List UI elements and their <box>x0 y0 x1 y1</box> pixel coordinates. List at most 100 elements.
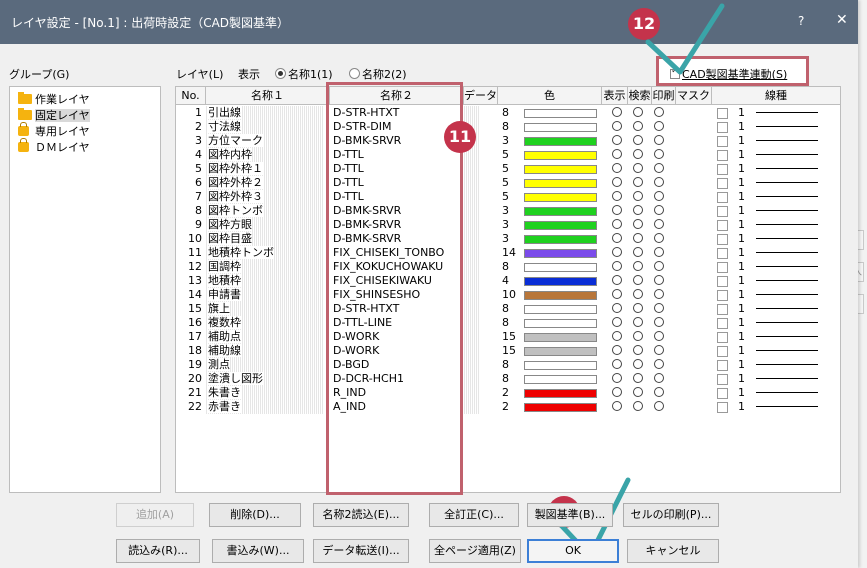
linetype-checkbox[interactable] <box>717 120 729 134</box>
display-toggle[interactable] <box>610 274 624 288</box>
display-toggle[interactable] <box>610 218 624 232</box>
table-row[interactable]: 17 補助点 D-WORK 15 1 <box>176 330 840 344</box>
table-row[interactable]: 13 地積枠 FIX_CHISEKIWAKU 4 1 <box>176 274 840 288</box>
display-toggle[interactable] <box>610 288 624 302</box>
line-width[interactable]: 1 <box>738 358 750 372</box>
display-toggle[interactable] <box>610 372 624 386</box>
display-toggle[interactable] <box>610 106 624 120</box>
layer-name1-cell[interactable]: 方位マーク <box>206 134 324 148</box>
table-row[interactable]: 12 国調枠 FIX_KOKUCHOWAKU 8 1 <box>176 260 840 274</box>
linetype-checkbox[interactable] <box>717 288 729 302</box>
linetype-checkbox[interactable] <box>717 106 729 120</box>
print-toggle[interactable] <box>652 218 666 232</box>
color-swatch-cell[interactable] <box>524 302 597 316</box>
color-swatch-cell[interactable] <box>524 372 597 386</box>
line-width[interactable]: 1 <box>738 302 750 316</box>
print-toggle[interactable] <box>652 120 666 134</box>
display-toggle[interactable] <box>610 358 624 372</box>
print-toggle[interactable] <box>652 386 666 400</box>
linetype-sample[interactable] <box>756 134 818 148</box>
table-row[interactable]: 6 図枠外枠２ D-TTL 5 1 <box>176 176 840 190</box>
search-toggle[interactable] <box>631 288 645 302</box>
layer-name1-cell[interactable]: 赤書き <box>206 400 324 414</box>
ok-button[interactable]: OK <box>527 539 619 563</box>
line-width[interactable]: 1 <box>738 316 750 330</box>
help-icon[interactable]: ? <box>798 14 804 28</box>
print-toggle[interactable] <box>652 288 666 302</box>
color-swatch-cell[interactable] <box>524 330 597 344</box>
layer-name1-cell[interactable]: 朱書き <box>206 386 324 400</box>
search-toggle[interactable] <box>631 302 645 316</box>
color-swatch-cell[interactable] <box>524 386 597 400</box>
linetype-checkbox[interactable] <box>717 274 729 288</box>
search-toggle[interactable] <box>631 232 645 246</box>
display-toggle[interactable] <box>610 134 624 148</box>
layer-name1-cell[interactable]: 国調枠 <box>206 260 324 274</box>
linetype-sample[interactable] <box>756 176 818 190</box>
print-toggle[interactable] <box>652 246 666 260</box>
line-width[interactable]: 1 <box>738 218 750 232</box>
layer-name1-cell[interactable]: 申請書 <box>206 288 324 302</box>
linetype-sample[interactable] <box>756 316 818 330</box>
print-toggle[interactable] <box>652 176 666 190</box>
linetype-sample[interactable] <box>756 288 818 302</box>
linetype-checkbox[interactable] <box>717 302 729 316</box>
line-width[interactable]: 1 <box>738 274 750 288</box>
search-toggle[interactable] <box>631 316 645 330</box>
linetype-sample[interactable] <box>756 386 818 400</box>
color-number[interactable]: 8 <box>500 120 520 134</box>
table-row[interactable]: 9 図枠方眼 D-BMK-SRVR 3 1 <box>176 218 840 232</box>
search-toggle[interactable] <box>631 372 645 386</box>
color-swatch-cell[interactable] <box>524 288 597 302</box>
line-width[interactable]: 1 <box>738 148 750 162</box>
line-width[interactable]: 1 <box>738 288 750 302</box>
linetype-checkbox[interactable] <box>717 344 729 358</box>
display-name2-radio[interactable]: 名称2(2) <box>349 66 407 82</box>
print-toggle[interactable] <box>652 162 666 176</box>
linetype-checkbox[interactable] <box>717 232 729 246</box>
print-cells-button[interactable]: セルの印刷(P)... <box>623 503 719 527</box>
linetype-sample[interactable] <box>756 246 818 260</box>
line-width[interactable]: 1 <box>738 162 750 176</box>
linetype-sample[interactable] <box>756 148 818 162</box>
color-number[interactable]: 8 <box>500 302 520 316</box>
revise-all-button[interactable]: 全訂正(C)... <box>429 503 519 527</box>
layer-name1-cell[interactable]: 図枠外枠２ <box>206 176 324 190</box>
search-toggle[interactable] <box>631 120 645 134</box>
data-transfer-button[interactable]: データ転送(I)... <box>313 539 409 563</box>
table-row[interactable]: 7 図枠外枠３ D-TTL 5 1 <box>176 190 840 204</box>
tree-item-work-layer[interactable]: 作業レイヤ <box>18 92 90 108</box>
layer-name1-cell[interactable]: 地積枠トンボ <box>206 246 324 260</box>
search-toggle[interactable] <box>631 344 645 358</box>
color-swatch-cell[interactable] <box>524 162 597 176</box>
table-row[interactable]: 16 複数枠 D-TTL-LINE 8 1 <box>176 316 840 330</box>
linetype-checkbox[interactable] <box>717 372 729 386</box>
layer-name1-cell[interactable]: 測点 <box>206 358 324 372</box>
table-row[interactable]: 18 補助線 D-WORK 15 1 <box>176 344 840 358</box>
search-toggle[interactable] <box>631 246 645 260</box>
search-toggle[interactable] <box>631 134 645 148</box>
linetype-sample[interactable] <box>756 302 818 316</box>
drafting-standard-button[interactable]: 製図基準(B)... <box>527 503 613 527</box>
linetype-sample[interactable] <box>756 260 818 274</box>
display-toggle[interactable] <box>610 204 624 218</box>
layer-name1-cell[interactable]: 図枠目盛 <box>206 232 324 246</box>
layer-name1-cell[interactable]: 図枠方眼 <box>206 218 324 232</box>
linetype-sample[interactable] <box>756 344 818 358</box>
search-toggle[interactable] <box>631 204 645 218</box>
color-swatch-cell[interactable] <box>524 260 597 274</box>
print-toggle[interactable] <box>652 274 666 288</box>
print-toggle[interactable] <box>652 204 666 218</box>
table-row[interactable]: 20 塗潰し図形 D-DCR-HCH1 8 1 <box>176 372 840 386</box>
print-toggle[interactable] <box>652 232 666 246</box>
search-toggle[interactable] <box>631 148 645 162</box>
color-swatch-cell[interactable] <box>524 106 597 120</box>
color-swatch-cell[interactable] <box>524 148 597 162</box>
color-number[interactable]: 8 <box>500 358 520 372</box>
color-swatch-cell[interactable] <box>524 190 597 204</box>
linetype-sample[interactable] <box>756 274 818 288</box>
display-toggle[interactable] <box>610 302 624 316</box>
color-number[interactable]: 4 <box>500 274 520 288</box>
table-row[interactable]: 1 引出線 D-STR-HTXT 8 1 <box>176 106 840 120</box>
print-toggle[interactable] <box>652 400 666 414</box>
